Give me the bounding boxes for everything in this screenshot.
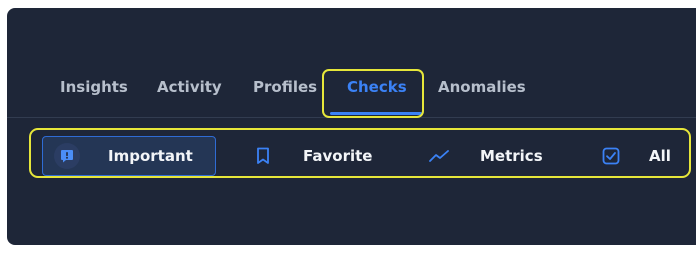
important-icon: [54, 143, 80, 169]
tab-checks[interactable]: Checks: [347, 78, 407, 96]
filter-all-label: All: [649, 147, 671, 165]
tab-anomalies[interactable]: Anomalies: [438, 78, 526, 96]
bookmark-icon: [255, 147, 271, 165]
filter-metrics-label: Metrics: [480, 147, 543, 165]
tab-bar: Insights Activity Profiles Checks Anomal…: [7, 8, 696, 116]
tab-activity[interactable]: Activity: [157, 78, 222, 96]
active-tab-indicator: [330, 112, 422, 115]
filter-important-label: Important: [108, 147, 193, 165]
tab-divider: [7, 117, 696, 118]
filter-favorite-label: Favorite: [303, 147, 373, 165]
checks-panel: Insights Activity Profiles Checks Anomal…: [7, 8, 696, 245]
filter-metrics[interactable]: Metrics: [429, 136, 543, 176]
filter-important[interactable]: Important: [42, 136, 216, 176]
trend-line-icon: [429, 149, 449, 163]
tab-profiles[interactable]: Profiles: [253, 78, 317, 96]
tab-insights[interactable]: Insights: [60, 78, 128, 96]
checked-box-icon: [602, 147, 620, 165]
filter-all[interactable]: All: [602, 136, 671, 176]
filter-favorite[interactable]: Favorite: [255, 136, 372, 176]
